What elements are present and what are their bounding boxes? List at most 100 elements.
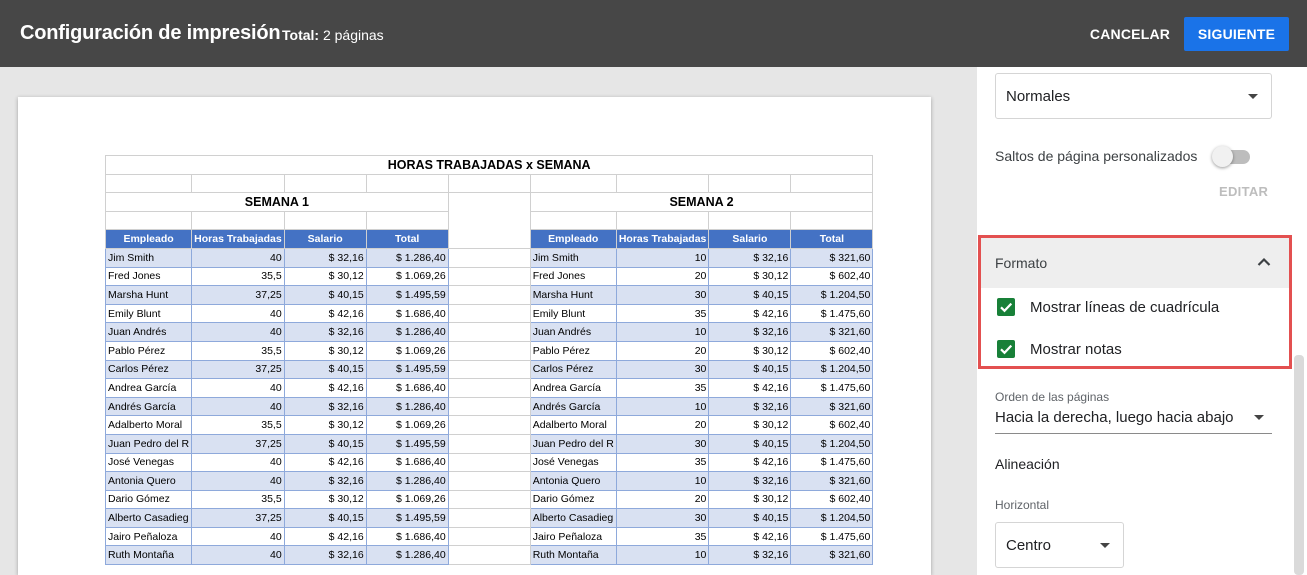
next-button[interactable]: SIGUIENTE: [1184, 17, 1289, 51]
top-bar: Configuración de impresión Total: 2 pági…: [0, 0, 1307, 67]
table-cell: $ 32,16: [283, 545, 367, 566]
toggle-knob: [1212, 146, 1233, 167]
table-cell: Juan Pedro del R: [529, 433, 617, 454]
check-icon: [1000, 344, 1013, 355]
table-cell: $ 42,16: [283, 526, 367, 547]
table-cell: $ 1.286,40: [365, 396, 449, 417]
table-cell: $ 32,16: [283, 247, 367, 268]
sheet-table: HORAS TRABAJADAS x SEMANA SEMANA 1 SEMAN…: [104, 155, 874, 566]
custom-breaks-label: Saltos de página personalizados: [995, 148, 1198, 164]
horizontal-value: Centro: [1006, 536, 1052, 554]
table-row: Pablo Pérez 35,5 $ 30,12 $ 1.069,26 Pablo Pé…: [104, 340, 874, 361]
table-cell: $ 30,12: [283, 489, 367, 510]
format-section-header[interactable]: Formato: [981, 238, 1289, 288]
header-cell: Salario: [708, 229, 792, 249]
table-cell: 40: [191, 247, 285, 268]
table-cell: Dario Gómez: [104, 489, 193, 510]
week2-title: SEMANA 2: [529, 192, 874, 212]
table-cell: $ 32,16: [283, 322, 367, 342]
spacer-cell: [447, 266, 531, 287]
table-cell: Emily Blunt: [529, 303, 617, 324]
table-cell: 35: [615, 303, 710, 324]
custom-breaks-toggle[interactable]: [1212, 146, 1252, 167]
table-cell: Carlos Pérez: [104, 359, 193, 380]
table-cell: Fred Jones: [529, 266, 617, 287]
alignment-label: Alineación: [995, 456, 1060, 472]
table-cell: $ 1.686,40: [365, 452, 449, 473]
spacer-cell: [447, 322, 531, 342]
table-cell: $ 1.286,40: [365, 471, 449, 491]
table-cell: 40: [191, 471, 285, 491]
margins-dropdown[interactable]: Normales: [995, 73, 1272, 119]
notes-checkbox[interactable]: [997, 340, 1015, 358]
cancel-button[interactable]: CANCELAR: [1080, 17, 1180, 51]
horizontal-dropdown[interactable]: Centro: [995, 522, 1124, 568]
table-cell: 40: [191, 396, 285, 417]
table-cell: Jim Smith: [529, 247, 617, 268]
table-cell: $ 30,12: [283, 266, 367, 287]
table-cell: 10: [615, 322, 710, 342]
spacer-cell: [447, 489, 531, 510]
table-cell: 20: [615, 489, 710, 510]
table-cell: $ 1.286,40: [365, 322, 449, 342]
print-preview-area: HORAS TRABAJADAS x SEMANA SEMANA 1 SEMAN…: [0, 67, 977, 575]
header-cell: Horas Trabajadas: [615, 229, 710, 249]
caret-down-icon: [1254, 415, 1264, 420]
gridlines-checkbox[interactable]: [997, 298, 1015, 316]
table-cell: $ 42,16: [708, 303, 792, 324]
table-cell: 10: [615, 247, 710, 268]
table-cell: 35: [615, 378, 710, 398]
table-cell: $ 1.686,40: [365, 303, 449, 324]
table-cell: $ 1.475,60: [790, 378, 874, 398]
table-cell: $ 30,12: [708, 266, 792, 287]
preview-page: HORAS TRABAJADAS x SEMANA SEMANA 1 SEMAN…: [18, 97, 931, 575]
table-cell: 10: [615, 545, 710, 566]
page-count-value: 2 páginas: [322, 27, 384, 43]
table-cell: $ 321,60: [790, 471, 874, 491]
format-title: Formato: [995, 255, 1048, 271]
margins-value: Normales: [1006, 87, 1071, 105]
table-cell: $ 42,16: [283, 378, 367, 398]
table-cell: $ 1.069,26: [365, 415, 449, 435]
table-cell: $ 1.286,40: [365, 545, 449, 566]
table-cell: $ 1.069,26: [365, 340, 449, 361]
table-cell: $ 40,15: [708, 433, 792, 454]
header-cell: Empleado: [104, 229, 193, 249]
table-cell: $ 30,12: [708, 340, 792, 361]
table-cell: Juan Pedro del R: [104, 433, 193, 454]
table-cell: 37,25: [191, 285, 285, 305]
table-cell: 40: [191, 545, 285, 566]
table-cell: $ 1.495,59: [365, 433, 449, 454]
table-cell: José Venegas: [529, 452, 617, 473]
table-cell: José Venegas: [104, 452, 193, 473]
table-cell: Ruth Montaña: [104, 545, 193, 566]
spacer-cell: [447, 433, 531, 454]
table-cell: $ 1.204,50: [790, 359, 874, 380]
table-cell: Emily Blunt: [104, 303, 193, 324]
page-order-dropdown[interactable]: Hacia la derecha, luego hacia abajo: [995, 403, 1272, 434]
table-cell: Antonia Quero: [529, 471, 617, 491]
table-cell: Andrés García: [104, 396, 193, 417]
table-cell: $ 42,16: [708, 378, 792, 398]
table-cell: $ 32,16: [708, 322, 792, 342]
table-cell: Pablo Pérez: [104, 340, 193, 361]
table-cell: 37,25: [191, 508, 285, 528]
table-cell: $ 40,15: [283, 508, 367, 528]
edit-button[interactable]: EDITAR: [1219, 184, 1268, 199]
spacer-cell: [447, 545, 531, 566]
table-cell: Juan Andrés: [529, 322, 617, 342]
table-cell: Alberto Casadieg: [529, 508, 617, 528]
spacer-cell: [447, 303, 531, 324]
table-cell: $ 42,16: [708, 526, 792, 547]
table-cell: $ 32,16: [708, 396, 792, 417]
table-cell: 40: [191, 303, 285, 324]
table-row: Dario Gómez 35,5 $ 30,12 $ 1.069,26 Dario Gó…: [104, 489, 874, 510]
table-cell: Andrea García: [529, 378, 617, 398]
header-cell: Total: [790, 229, 874, 249]
table-cell: 35: [615, 452, 710, 473]
page-order-value: Hacia la derecha, luego hacia abajo: [995, 409, 1234, 426]
panel-scrollbar[interactable]: [1294, 355, 1304, 575]
table-row: Carlos Pérez 37,25 $ 40,15 $ 1.495,59 Carlos…: [104, 359, 874, 380]
table-cell: $ 1.495,59: [365, 359, 449, 380]
table-cell: $ 42,16: [283, 303, 367, 324]
